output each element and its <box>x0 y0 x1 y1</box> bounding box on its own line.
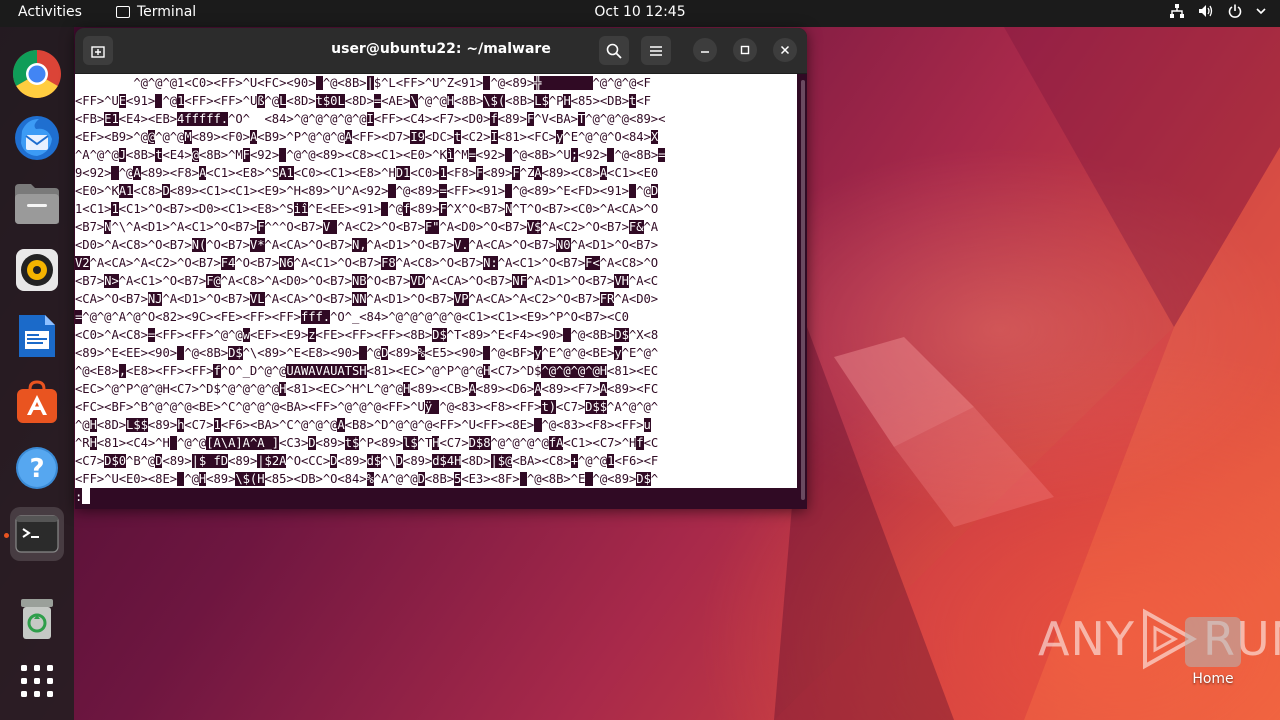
terminal-line: ^RH<81><C4>^H ^@^@[A\A]A^A_]<C3>D<89>t$^… <box>75 434 797 452</box>
terminal-line: 9<92> ^@A<89><F8>A<C1><E8>^SA1<C0><C1><E… <box>75 164 797 182</box>
top-bar: Activities Terminal Oct 10 12:45 <box>0 0 1280 27</box>
terminal-line: ^@^@^@1<C0><FF>^U<FC><90> ^@<8B>|$^L<FF>… <box>75 74 797 92</box>
terminal-line: <89>^E<EE><90> ^@<8B>D$^\<89>^E<E8><90> … <box>75 344 797 362</box>
rhythmbox-icon <box>16 249 58 291</box>
terminal-line: <FB>E1<E4><EB>4fffff.^O^ <84>^@^@^@^@^@I… <box>75 110 797 128</box>
terminal-line: <B7>N>^A<C1>^O<B7>F@^A<C8>^A<D0>^O<B7>NB… <box>75 272 797 290</box>
terminal-icon <box>15 515 59 553</box>
dock-trash[interactable] <box>10 591 64 645</box>
dock-rhythmbox[interactable] <box>10 243 64 297</box>
hamburger-menu-icon <box>650 45 662 56</box>
document-writer-icon <box>19 315 55 357</box>
terminal-line: <D0>^A<C8>^O<B7>N(^O<B7>V*^A<CA>^O<B7>N,… <box>75 236 797 254</box>
terminal-line: <EC>^@^P^@^@H<C7>^D$^@^@^@^@H<81><EC>^H^… <box>75 380 797 398</box>
title-bar[interactable]: user@ubuntu22: ~/malware <box>75 28 807 74</box>
terminal-line: V2^A<CA>^A<C2>^O<B7>F4^O<B7>N6^A<C1>^O<B… <box>75 254 797 272</box>
terminal-output[interactable]: ^@^@^@1<C0><FF>^U<FC><90> ^@<8B>|$^L<FF>… <box>75 74 797 509</box>
terminal-line: <C0>^A<C8>=<FF><FF>^@^@w<EF><E9>z<FE><FF… <box>75 326 797 344</box>
power-icon <box>1228 4 1242 18</box>
desktop-home-icon[interactable]: Home <box>1185 617 1241 687</box>
clock[interactable]: Oct 10 12:45 <box>594 4 685 20</box>
terminal-line: <EF><B9>^@@^@^@M<89><F0>A<B9>^P^@^@^@A<F… <box>75 128 797 146</box>
search-icon <box>606 43 622 59</box>
maximize-button[interactable] <box>733 38 757 62</box>
system-tray[interactable] <box>1170 4 1266 18</box>
dock-chrome[interactable] <box>10 47 64 101</box>
network-icon <box>1170 4 1184 18</box>
terminal-line: <C7>D$0^B^@D<89>|$ fD<89>|$2A^O<CC>D<89>… <box>75 452 797 470</box>
chrome-icon <box>12 49 61 99</box>
app-grid-icon <box>21 665 53 697</box>
dock-software[interactable] <box>10 375 64 429</box>
watermark-text-left: ANY <box>1038 612 1135 666</box>
menu-button[interactable] <box>641 36 671 65</box>
help-icon: ? <box>16 447 58 489</box>
dock-thunderbird[interactable] <box>10 111 64 165</box>
dock: ? <box>0 27 74 720</box>
terminal-line: <B7>N^\^A<D1>^A<C1>^O<B7>F^^^O<B7>V ^A<C… <box>75 218 797 236</box>
dock-show-apps[interactable] <box>10 654 64 708</box>
terminal-line: <CA>^O<B7>NJ^A<D1>^O<B7>VL^A<CA>^O<B7>NN… <box>75 290 797 308</box>
text-cursor <box>82 488 91 504</box>
close-button[interactable] <box>773 38 797 62</box>
software-store-icon <box>17 380 57 423</box>
folder-icon <box>15 184 59 224</box>
chevron-down-icon <box>1256 7 1266 15</box>
dock-terminal[interactable] <box>10 507 64 561</box>
volume-icon <box>1198 4 1214 18</box>
terminal-line: =^@^@^A^@^O<82><9C><FE><FF><FF>fff.^O^_<… <box>75 308 797 326</box>
running-indicator <box>4 533 9 538</box>
anyrun-watermark: ANY RUN <box>1038 608 1280 670</box>
terminal-line: ^@H<8D>L$$<89>h<C7>1<F6><BA>^C^@^@^@A<B8… <box>75 416 797 434</box>
svg-text:?: ? <box>29 454 44 484</box>
terminal-line: ^@<E8>,<E8><FF><FF>f^O^_D^@^@UAWAVAUATSH… <box>75 362 797 380</box>
terminal-line: <FF>^UE<91> ^@1<FF><FF>^Uß^@L<8D>t$0L<8D… <box>75 92 797 110</box>
terminal-line: <FC><BF>^B^@^@^@<BE>^C^@^@^@<BA><FF>^@^@… <box>75 398 797 416</box>
home-folder-icon <box>1185 617 1241 667</box>
desktop-home-label: Home <box>1192 671 1234 687</box>
maximize-icon <box>740 45 750 55</box>
terminal-window: user@ubuntu22: ~/malware ^@^@^@1<C0><FF>… <box>75 28 807 509</box>
terminal-line: <E0>^KA1<C8>D<89><C1><C1><E9>^H<89>^U^A<… <box>75 182 797 200</box>
close-icon <box>780 45 790 55</box>
dock-help[interactable]: ? <box>10 441 64 495</box>
pager-prompt: : <box>75 490 83 504</box>
minimize-icon <box>701 51 709 53</box>
scrollbar-thumb[interactable] <box>801 80 805 500</box>
trash-icon <box>21 599 53 639</box>
minimize-button[interactable] <box>693 38 717 62</box>
terminal-line: 1<C1>1<C1>^O<B7><D0><C1><E8>^Siî^E<EE><9… <box>75 200 797 218</box>
search-button[interactable] <box>599 36 629 65</box>
thunderbird-icon <box>15 116 59 160</box>
dock-writer[interactable] <box>10 309 64 363</box>
terminal-prompt-line: : <box>75 488 797 506</box>
terminal-line: <FF>^U<E0><8E> ^@H<89>\$(H<85><DB>^O<84>… <box>75 470 797 488</box>
dock-files[interactable] <box>10 177 64 231</box>
terminal-line: ^A^@^@J<8B>t<E4>@<8B>^MF<92> ^@^@<89><C8… <box>75 146 797 164</box>
